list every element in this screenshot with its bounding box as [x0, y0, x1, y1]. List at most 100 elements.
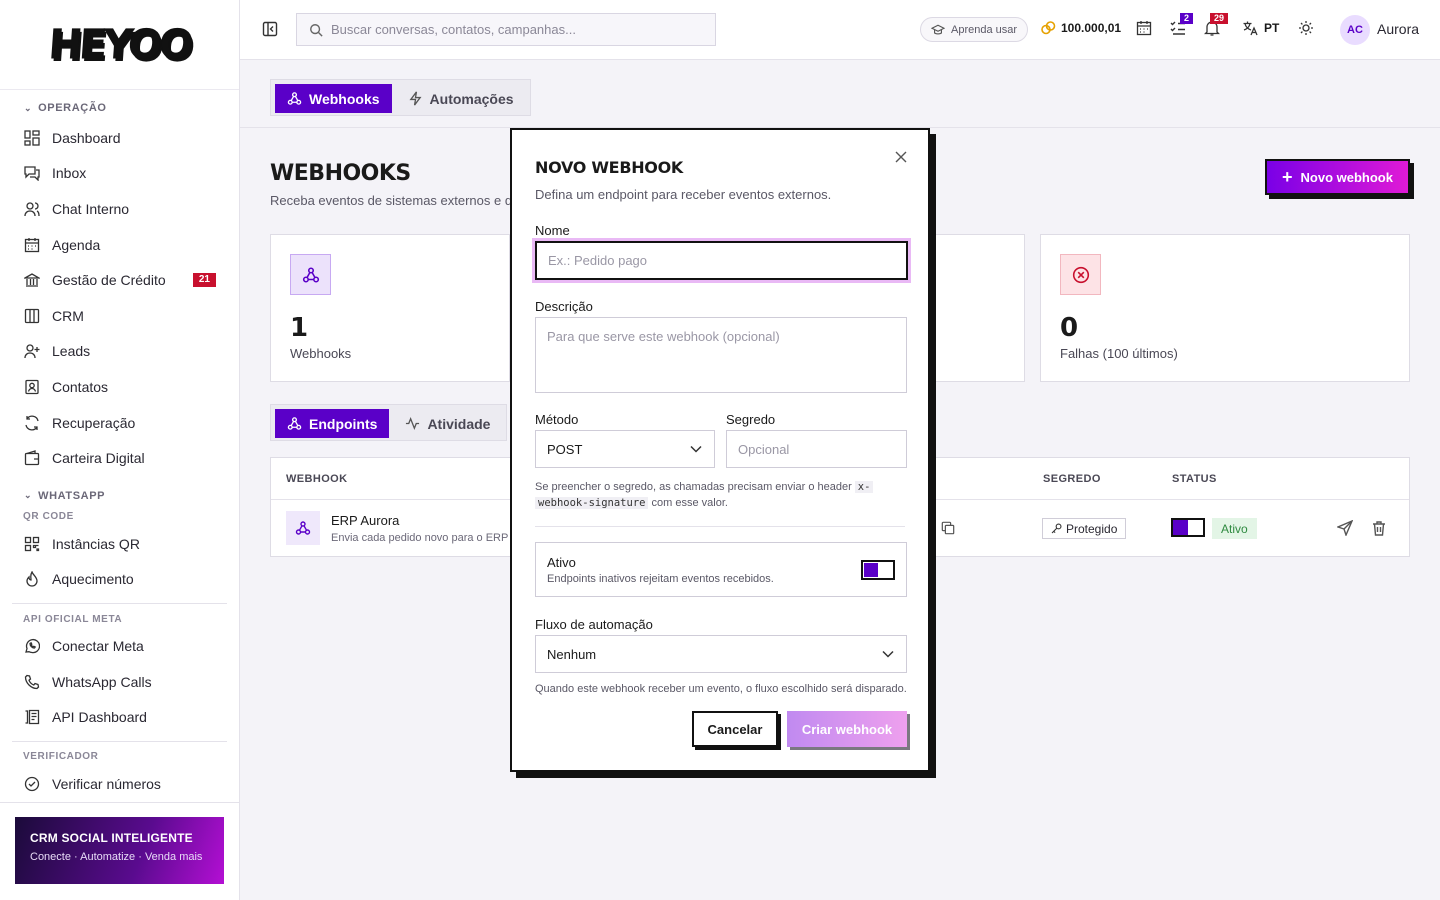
sidebar-item-leads[interactable]: Leads — [0, 334, 239, 370]
stat-card-failures: 0 Falhas (100 últimos) — [1040, 234, 1410, 382]
sidebar-item-contatos[interactable]: Contatos — [0, 369, 239, 405]
flow-value: Nenhum — [547, 646, 597, 662]
section-operacao[interactable]: ⌄ OPERAÇÃO — [0, 96, 239, 120]
webhook-icon — [287, 92, 302, 105]
sidebar-item-label: Conectar Meta — [52, 637, 144, 654]
activity-icon — [406, 417, 420, 430]
sidebar: HEYOO ⌄ OPERAÇÃO Dashboard Inbox Chat In… — [0, 0, 240, 900]
divider — [0, 802, 239, 803]
webhook-description: Envia cada pedido novo para o ERP d — [331, 532, 518, 544]
tasks-badge: 2 — [1180, 13, 1194, 24]
sidebar-item-dashboard[interactable]: Dashboard — [0, 120, 239, 156]
sidebar-item-chat-interno[interactable]: Chat Interno — [0, 191, 239, 227]
method-select[interactable]: POST — [535, 430, 715, 468]
secret-label: Protegido — [1066, 521, 1118, 536]
dashboard-icon — [23, 129, 41, 147]
active-toggle[interactable] — [861, 560, 895, 580]
sidebar-item-label: Dashboard — [52, 129, 121, 146]
subsection-verificador: VERIFICADOR — [23, 751, 99, 763]
sidebar-item-gestao-credito[interactable]: Gestão de Crédito 21 — [0, 262, 239, 298]
tab-atividade[interactable]: Atividade — [393, 409, 502, 438]
learn-label: Aprenda usar — [951, 23, 1018, 36]
sub-tabs: Endpoints Atividade — [270, 404, 508, 441]
promo-title: CRM SOCIAL INTELIGENTE — [30, 831, 193, 845]
description-textarea[interactable]: Para que serve este webhook (opcional) — [535, 317, 907, 393]
users-icon — [23, 200, 41, 218]
new-webhook-button[interactable]: + Novo webhook — [1265, 159, 1410, 195]
flame-icon — [23, 570, 41, 588]
sidebar-item-conectar-meta[interactable]: Conectar Meta — [0, 628, 239, 664]
qr-icon — [23, 535, 41, 553]
tab-label: Endpoints — [309, 415, 378, 432]
sidebar-item-label: CRM — [52, 307, 84, 324]
sidebar-item-crm[interactable]: CRM — [0, 298, 239, 334]
tab-label: Automações — [429, 90, 514, 107]
stat-value: 1 — [290, 313, 309, 343]
top-tabs: Webhooks Automações — [270, 79, 531, 116]
sidebar-item-whatsapp-calls[interactable]: WhatsApp Calls — [0, 664, 239, 700]
col-secret[interactable]: SEGREDO — [1043, 473, 1101, 485]
sidebar-item-carteira[interactable]: Carteira Digital — [0, 440, 239, 476]
search-input[interactable]: Buscar conversas, contatos, campanhas... — [296, 13, 716, 46]
inbox-icon — [23, 164, 41, 182]
copy-icon[interactable] — [941, 521, 955, 538]
send-test-icon[interactable] — [1336, 519, 1354, 539]
sidebar-item-label: Carteira Digital — [52, 450, 145, 467]
tab-automacoes[interactable]: Automações — [396, 84, 526, 113]
sidebar-item-api-dashboard[interactable]: API Dashboard — [0, 699, 239, 735]
tab-webhooks[interactable]: Webhooks — [275, 84, 392, 113]
active-title: Ativo — [547, 555, 576, 570]
cancel-button[interactable]: Cancelar — [692, 711, 778, 747]
refresh-icon — [23, 414, 41, 432]
chevron-down-icon: ⌄ — [24, 490, 33, 501]
credits-display[interactable]: 100.000,01 — [1040, 20, 1121, 36]
create-webhook-button[interactable]: Criar webhook — [787, 711, 907, 747]
sidebar-item-inbox[interactable]: Inbox — [0, 156, 239, 192]
user-name[interactable]: Aurora — [1377, 21, 1419, 37]
sidebar-item-verificar-numeros[interactable]: Verificar números — [0, 766, 239, 802]
calendar-icon[interactable] — [1136, 20, 1154, 38]
brand-logo[interactable]: HEYOO — [47, 21, 193, 68]
avatar[interactable]: AC — [1340, 15, 1370, 45]
status-badge: Ativo — [1212, 518, 1257, 539]
close-icon[interactable] — [894, 150, 908, 164]
whatsapp-icon — [23, 637, 41, 655]
flow-select[interactable]: Nenhum — [535, 635, 907, 673]
subsection-api-meta: API OFICIAL META — [23, 613, 123, 625]
col-status[interactable]: STATUS — [1172, 473, 1217, 485]
row-active-toggle[interactable] — [1171, 518, 1205, 537]
promo-banner[interactable]: CRM SOCIAL INTELIGENTE Conecte · Automat… — [15, 817, 224, 884]
modal-subtitle: Defina um endpoint para receber eventos … — [535, 187, 832, 202]
name-input[interactable]: Ex.: Pedido pago — [535, 241, 908, 280]
tab-endpoints[interactable]: Endpoints — [275, 409, 390, 438]
sidebar-item-label: Gestão de Crédito — [52, 272, 166, 289]
sidebar-item-label: Agenda — [52, 236, 101, 253]
credits-value: 100.000,01 — [1061, 21, 1122, 35]
credit-badge: 21 — [192, 273, 216, 288]
theme-toggle-icon[interactable] — [1298, 20, 1316, 38]
description-placeholder: Para que serve este webhook (opcional) — [547, 329, 780, 344]
sidebar-item-agenda[interactable]: Agenda — [0, 227, 239, 263]
stat-label: Webhooks — [290, 346, 352, 361]
sidebar-nav: ⌄ OPERAÇÃO Dashboard Inbox Chat Interno … — [0, 90, 239, 802]
modal-title: NOVO WEBHOOK — [535, 158, 684, 177]
chevron-down-icon — [882, 650, 894, 658]
webhook-name: ERP Aurora — [331, 513, 400, 528]
name-placeholder: Ex.: Pedido pago — [548, 253, 648, 268]
wallet-icon — [23, 449, 41, 467]
language-selector[interactable]: PT — [1242, 20, 1279, 36]
sidebar-toggle-icon[interactable] — [262, 21, 278, 37]
divider — [535, 526, 905, 527]
sidebar-item-aquecimento[interactable]: Aquecimento — [0, 562, 239, 598]
secret-input[interactable]: Opcional — [726, 430, 907, 468]
section-whatsapp[interactable]: ⌄ WHATSAPP — [0, 484, 239, 508]
x-circle-icon — [1060, 254, 1101, 295]
phone-icon — [23, 673, 41, 691]
new-webhook-modal: NOVO WEBHOOK Defina um endpoint para rec… — [510, 128, 930, 772]
sidebar-item-instancias-qr[interactable]: Instâncias QR — [0, 526, 239, 562]
tab-label: Webhooks — [309, 90, 380, 107]
trash-icon[interactable] — [1371, 520, 1387, 539]
learn-button[interactable]: Aprenda usar — [920, 17, 1029, 42]
col-webhook[interactable]: WEBHOOK — [286, 473, 347, 485]
sidebar-item-recuperacao[interactable]: Recuperação — [0, 405, 239, 441]
